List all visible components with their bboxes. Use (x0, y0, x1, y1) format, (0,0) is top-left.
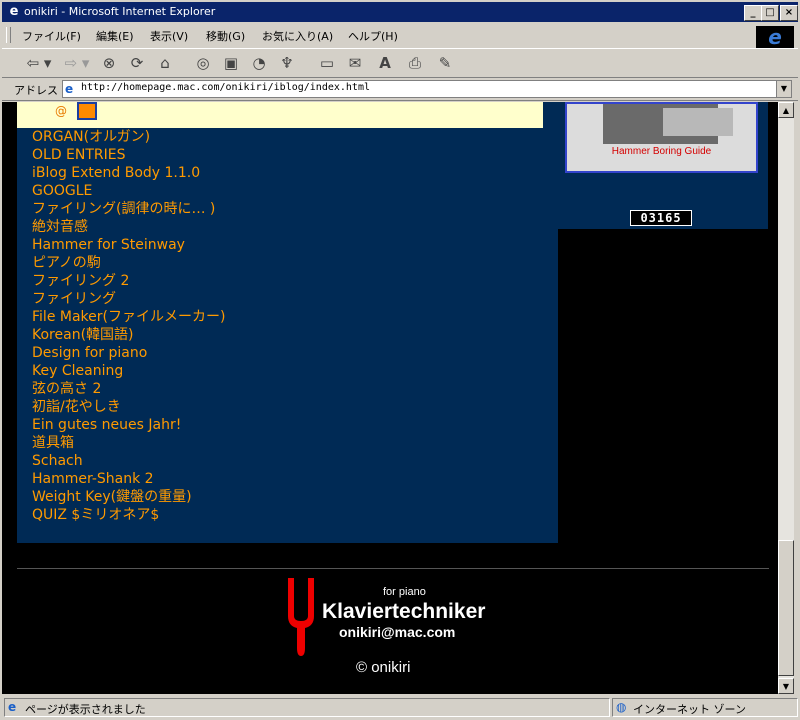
home-icon[interactable]: ⌂ (154, 53, 176, 73)
globe-icon: ◍ (616, 700, 627, 714)
page-content: @ ORGAN(オルガン) OLD ENTRIES iBlog Extend B… (2, 102, 778, 694)
edit-icon[interactable]: ✎ (434, 53, 456, 73)
page-icon: e (8, 700, 17, 714)
page-icon: e (65, 82, 74, 96)
ie-logo-icon: e (756, 26, 794, 48)
link-google[interactable]: GOOGLE (32, 182, 225, 200)
address-bar: アドレス e http://homepage.mac.com/onikiri/i… (2, 78, 798, 101)
menu-edit[interactable]: 編集(E) (96, 28, 134, 44)
tuning-fork-logo (288, 578, 314, 656)
mail-icon[interactable]: ✉ (344, 53, 366, 73)
banner-caption: Hammer Boring Guide (611, 146, 712, 157)
notice-box: @ (17, 102, 543, 128)
footer-copyright: © onikiri (356, 659, 411, 676)
status-zone: インターネット ゾーン (633, 703, 746, 716)
status-bar: e ページが表示されました ◍ インターネット ゾーン (2, 697, 798, 718)
link-new-year[interactable]: Ein gutes neues Jahr! (32, 416, 225, 434)
entry-link-list: ORGAN(オルガン) OLD ENTRIES iBlog Extend Bod… (32, 128, 225, 524)
scroll-thumb[interactable] (778, 540, 794, 676)
status-message-pane: e ページが表示されました (4, 698, 610, 717)
link-quiz[interactable]: QUIZ $ミリオネア$ (32, 506, 225, 524)
link-file-maker[interactable]: File Maker(ファイルメーカー) (32, 308, 225, 326)
status-message: ページが表示されました (25, 703, 146, 716)
link-schach[interactable]: Schach (32, 452, 225, 470)
link-string-height-2[interactable]: 弦の高さ 2 (32, 380, 225, 398)
browser-window: e onikiri - Microsoft Internet Explorer … (0, 0, 800, 720)
minimize-button[interactable]: _ (744, 5, 762, 21)
banner-photo (603, 104, 733, 144)
link-absolute-pitch[interactable]: 絶対音感 (32, 218, 225, 236)
address-label: アドレス (14, 84, 58, 97)
link-old-entries[interactable]: OLD ENTRIES (32, 146, 225, 164)
favorites-icon[interactable]: ▣ (220, 53, 242, 73)
channels-icon[interactable]: ♆ (276, 53, 298, 73)
standard-toolbar: ⇦ ▾ ⇨ ▾ ⊗ ⟳ ⌂ ◎ ▣ ◔ ♆ ▭ ✉ A ⎙ ✎ (2, 48, 798, 78)
link-toolbox[interactable]: 道具箱 (32, 434, 225, 452)
link-key-cleaning[interactable]: Key Cleaning (32, 362, 225, 380)
footer-for-piano: for piano (383, 586, 426, 598)
link-filing-tuning[interactable]: ファイリング(調律の時に… ) (32, 200, 225, 218)
stop-icon[interactable]: ⊗ (98, 53, 120, 73)
hit-counter: 03165 (630, 210, 692, 226)
back-icon[interactable]: ⇦ ▾ (24, 53, 54, 73)
link-iblog-extend[interactable]: iBlog Extend Body 1.1.0 (32, 164, 225, 182)
menu-help[interactable]: ヘルプ(H) (348, 28, 398, 44)
address-input[interactable]: e http://homepage.mac.com/onikiri/iblog/… (62, 80, 792, 98)
link-design-piano[interactable]: Design for piano (32, 344, 225, 362)
refresh-icon[interactable]: ⟳ (126, 53, 148, 73)
maximize-button[interactable]: □ (761, 5, 779, 21)
status-zone-pane: ◍ インターネット ゾーン (612, 698, 798, 717)
link-hammer-shank-2[interactable]: Hammer-Shank 2 (32, 470, 225, 488)
link-korean[interactable]: Korean(韓国語) (32, 326, 225, 344)
menu-view[interactable]: 表示(V) (150, 28, 188, 44)
forward-icon[interactable]: ⇨ ▾ (62, 53, 92, 73)
font-icon[interactable]: A (374, 53, 396, 73)
window-title: onikiri - Microsoft Internet Explorer (24, 5, 216, 18)
rss-icon[interactable] (77, 102, 97, 120)
link-filing[interactable]: ファイリング (32, 290, 225, 308)
toolbar-grip[interactable] (6, 27, 11, 43)
footer-title: Klaviertechniker (322, 600, 486, 623)
link-hatsumode[interactable]: 初詣/花やしき (32, 398, 225, 416)
link-filing-2[interactable]: ファイリング 2 (32, 272, 225, 290)
link-weight-key[interactable]: Weight Key(鍵盤の重量) (32, 488, 225, 506)
ie-page-icon: e (9, 4, 19, 19)
history-icon[interactable]: ◔ (248, 53, 270, 73)
menu-file[interactable]: ファイル(F) (22, 28, 81, 44)
close-button[interactable]: × (780, 5, 798, 21)
fullscreen-icon[interactable]: ▭ (316, 53, 338, 73)
menu-favorites[interactable]: お気に入り(A) (262, 28, 333, 44)
address-dropdown-icon[interactable]: ▼ (776, 81, 791, 97)
menu-go[interactable]: 移動(G) (206, 28, 245, 44)
link-piano-bridge[interactable]: ピアノの駒 (32, 254, 225, 272)
link-organ[interactable]: ORGAN(オルガン) (32, 128, 225, 146)
scroll-up-icon[interactable]: ▲ (778, 102, 794, 118)
mail-icon[interactable]: @ (55, 104, 67, 118)
address-url[interactable]: http://homepage.mac.com/onikiri/iblog/in… (81, 82, 370, 93)
link-hammer-steinway[interactable]: Hammer for Steinway (32, 236, 225, 254)
search-icon[interactable]: ◎ (192, 53, 214, 73)
print-icon[interactable]: ⎙ (404, 53, 426, 73)
title-bar: e onikiri - Microsoft Internet Explorer … (2, 2, 798, 22)
footer-divider (17, 568, 769, 569)
vertical-scrollbar[interactable]: ▲ ▼ (778, 102, 794, 694)
hammer-boring-banner[interactable]: Hammer Boring Guide (565, 102, 758, 173)
footer-email[interactable]: onikiri@mac.com (339, 624, 455, 640)
scroll-down-icon[interactable]: ▼ (778, 678, 794, 694)
menu-bar: ファイル(F) 編集(E) 表示(V) 移動(G) お気に入り(A) ヘルプ(H… (2, 24, 798, 46)
